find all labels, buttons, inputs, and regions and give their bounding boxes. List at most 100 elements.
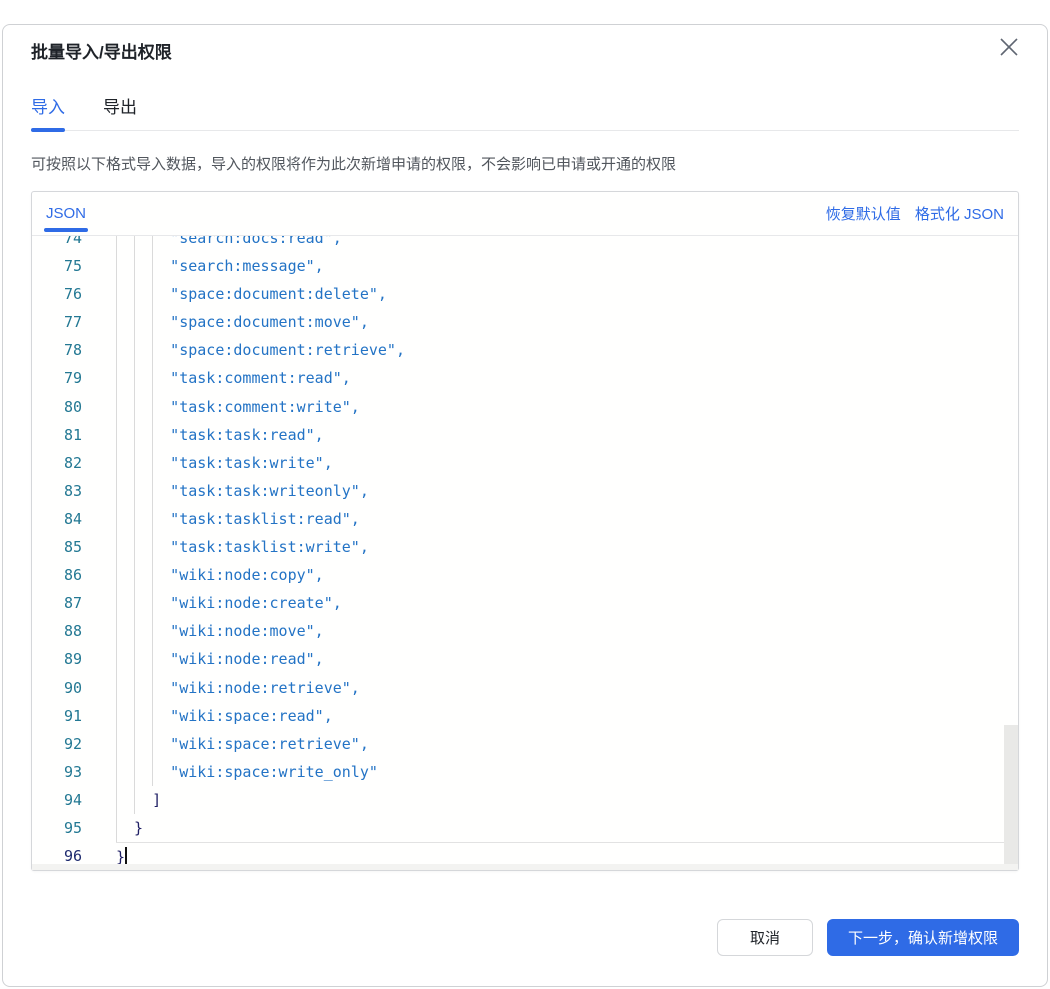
indent-guide — [134, 308, 136, 337]
code-text: "search:docs:read", — [116, 236, 1018, 253]
line-number: 91 — [63, 706, 82, 725]
indent-guide — [152, 504, 154, 534]
indent-guide — [116, 757, 117, 786]
indent-guide — [134, 476, 136, 505]
code-editor-area[interactable]: 74 "search:docs:read", 75 "search:message… — [32, 236, 1018, 870]
tab-import-label: 导入 — [31, 98, 65, 117]
code-line[interactable]: 84 "task:tasklist:read", — [32, 504, 1018, 534]
code-line[interactable]: 80 "task:comment:write", — [32, 392, 1018, 421]
indent-guide — [134, 673, 136, 702]
code-line[interactable]: 82 "task:task:write", — [32, 448, 1018, 477]
code-text: "wiki:node:retrieve", — [116, 673, 1018, 702]
indent-guide — [152, 252, 154, 281]
line-number: 90 — [63, 678, 82, 697]
code-line[interactable]: 94 ] — [32, 785, 1018, 814]
indent-guide — [152, 236, 154, 253]
format-tab-json[interactable]: JSON — [44, 192, 89, 235]
indent-guide — [152, 757, 154, 786]
code-line[interactable]: 79 "task:comment:read", — [32, 364, 1018, 393]
indent-guide — [116, 236, 117, 253]
indent-guide — [116, 785, 117, 814]
indent-guide — [134, 617, 136, 646]
indent-guide — [134, 448, 136, 477]
code-text: "space:document:delete", — [116, 280, 1018, 309]
import-format-description: 可按照以下格式导入数据，导入的权限将作为此次新增申请的权限，不会影响已申请或开通… — [31, 156, 677, 173]
code-line[interactable]: 78 "space:document:retrieve", — [32, 336, 1018, 365]
indent-guide — [116, 673, 117, 702]
indent-guide — [116, 561, 117, 590]
tab-export[interactable]: 导出 — [103, 93, 137, 130]
line-number: 81 — [63, 425, 82, 444]
code-line[interactable]: 75 "search:message", — [32, 252, 1018, 281]
code-line[interactable]: 91 "wiki:space:read", — [32, 701, 1018, 730]
close-button[interactable] — [995, 33, 1023, 61]
code-line[interactable]: 81 "task:task:read", — [32, 420, 1018, 449]
format-json-link[interactable]: 格式化 JSON — [915, 203, 1004, 224]
horizontal-scrollbar-track[interactable] — [32, 864, 1018, 870]
code-line[interactable]: 95 } — [32, 813, 1018, 843]
indent-guide — [152, 617, 154, 646]
editor-actions: 恢复默认值 格式化 JSON — [826, 203, 1004, 224]
indent-guide — [116, 617, 117, 646]
indent-guide — [152, 392, 154, 421]
dialog-footer: 取消 下一步，确认新增权限 — [716, 919, 1019, 956]
indent-guide — [152, 420, 154, 449]
code-line[interactable]: 83 "task:task:writeonly", — [32, 476, 1018, 505]
cancel-button[interactable]: 取消 — [716, 919, 813, 956]
indent-guide — [152, 364, 154, 393]
line-number: 80 — [63, 397, 82, 416]
confirm-next-step-button[interactable]: 下一步，确认新增权限 — [826, 919, 1019, 956]
indent-guide — [116, 252, 117, 281]
indent-guide — [116, 813, 117, 843]
line-number: 75 — [63, 257, 82, 276]
code-line[interactable]: 76 "space:document:delete", — [32, 280, 1018, 309]
code-text: "task:comment:read", — [116, 364, 1018, 393]
format-tab-indicator — [44, 228, 89, 232]
indent-guide — [116, 420, 117, 449]
code-line[interactable]: 77 "space:document:move", — [32, 308, 1018, 337]
indent-guide — [134, 533, 136, 562]
code-text: "wiki:node:create", — [116, 589, 1018, 618]
import-export-permissions-dialog: 批量导入/导出权限 导入 导出 可按照以下格式导入数据，导入的权限将作为此次新增… — [2, 24, 1048, 987]
code-line[interactable]: 89 "wiki:node:read", — [32, 645, 1018, 674]
indent-guide — [152, 701, 154, 730]
code-line[interactable]: 74 "search:docs:read", — [32, 236, 1018, 253]
indent-guide — [116, 308, 117, 337]
code-text: "task:task:write", — [116, 448, 1018, 477]
indent-guide — [116, 392, 117, 421]
tab-import[interactable]: 导入 — [31, 93, 65, 132]
indent-guide — [152, 308, 154, 337]
code-text: "search:message", — [116, 252, 1018, 281]
indent-guide — [134, 504, 136, 534]
editor-header: JSON 恢复默认值 格式化 JSON — [32, 192, 1018, 236]
indent-guide — [116, 533, 117, 562]
indent-guide — [116, 476, 117, 505]
code-text: "task:comment:write", — [116, 392, 1018, 421]
restore-defaults-link[interactable]: 恢复默认值 — [826, 203, 901, 224]
code-line[interactable]: 85 "task:tasklist:write", — [32, 533, 1018, 562]
indent-guide — [116, 645, 117, 674]
indent-guide — [134, 561, 136, 590]
indent-guide — [152, 589, 154, 618]
line-number: 94 — [63, 790, 82, 809]
indent-guide — [134, 280, 136, 309]
vertical-scrollbar-thumb[interactable] — [1004, 725, 1018, 870]
code-line[interactable]: 88 "wiki:node:move", — [32, 617, 1018, 646]
code-text: "wiki:space:write_only" — [116, 757, 1018, 786]
code-text: "wiki:space:read", — [116, 701, 1018, 730]
indent-guide — [134, 589, 136, 618]
code-line[interactable]: 87 "wiki:node:create", — [32, 589, 1018, 618]
code-line[interactable]: 92 "wiki:space:retrieve", — [32, 729, 1018, 758]
indent-guide — [116, 280, 117, 309]
indent-guide — [152, 561, 154, 590]
code-line[interactable]: 90 "wiki:node:retrieve", — [32, 673, 1018, 702]
code-text: "wiki:node:copy", — [116, 561, 1018, 590]
line-number: 79 — [63, 369, 82, 388]
indent-guide — [134, 336, 136, 365]
code-lines: 74 "search:docs:read", 75 "search:message… — [32, 236, 1018, 870]
code-line[interactable]: 93 "wiki:space:write_only" — [32, 757, 1018, 786]
code-line[interactable]: 86 "wiki:node:copy", — [32, 561, 1018, 590]
close-icon — [1000, 38, 1018, 56]
indent-guide — [134, 701, 136, 730]
indent-guide — [152, 336, 154, 365]
